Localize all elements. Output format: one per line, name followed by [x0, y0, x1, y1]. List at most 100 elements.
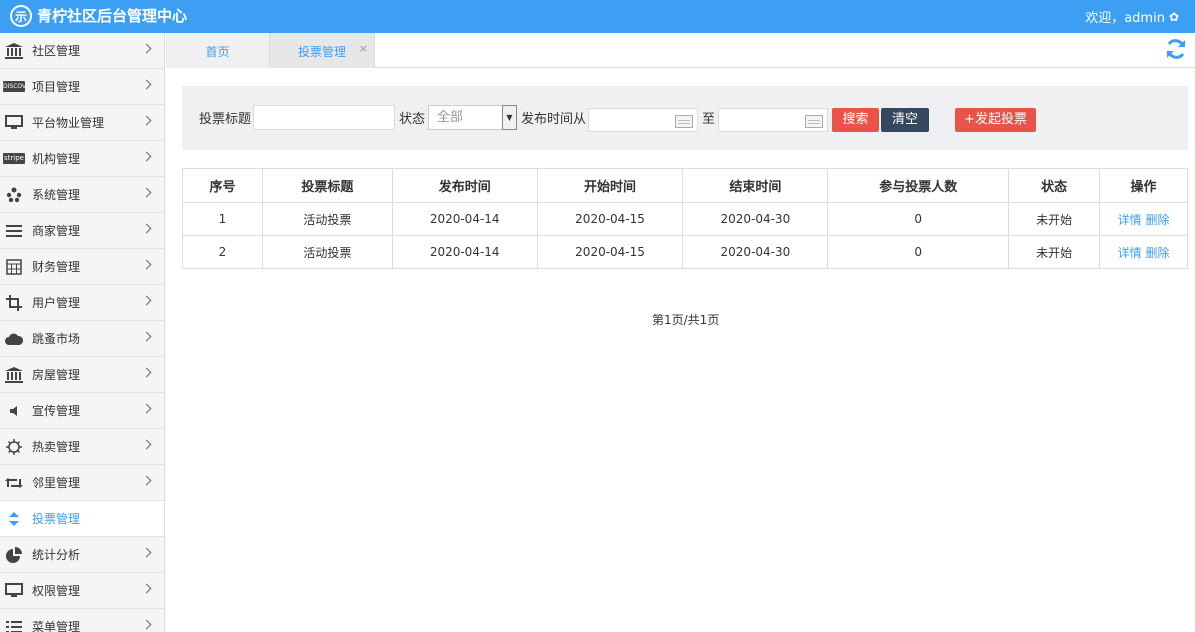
chevron-right-icon	[141, 619, 152, 630]
sidebar-item-label: 宣传管理	[32, 404, 81, 418]
column-header: 状态	[1008, 168, 1101, 203]
cloud-icon	[3, 331, 25, 347]
sidebar-item-housing[interactable]: 房屋管理	[0, 357, 164, 393]
sidebar-item-community[interactable]: 社区管理	[0, 33, 164, 69]
tab-label: 首页	[205, 45, 230, 59]
sidebar-item-flea-market[interactable]: 跳蚤市场	[0, 321, 164, 357]
cell-count: 0	[827, 235, 1010, 269]
volume-icon	[3, 403, 25, 419]
sidebar: 社区管理 DISCOVER 项目管理 平台物业管理 stripe 机构管理 系统…	[0, 33, 165, 632]
sidebar-item-system[interactable]: 系统管理	[0, 177, 164, 213]
sidebar-item-label: 社区管理	[32, 44, 81, 58]
column-header: 发布时间	[391, 168, 538, 203]
title-label: 投票标题	[199, 112, 252, 127]
chevron-down-icon[interactable]: ▼	[502, 105, 517, 130]
filter-panel: 投票标题 状态 全部 ▼ 发布时间从 至 搜索 清空 +发起投票	[182, 86, 1188, 150]
tab-bar: 首页 投票管理 ×	[166, 33, 1195, 68]
cell-count: 0	[827, 202, 1010, 236]
logo-icon: 示	[10, 5, 32, 27]
list-icon	[3, 619, 25, 632]
pagination-text: 第1页/共1页	[652, 313, 720, 327]
sidebar-item-finance[interactable]: 财务管理	[0, 249, 164, 285]
menu-lines-icon	[3, 223, 25, 239]
sidebar-item-users[interactable]: 用户管理	[0, 285, 164, 321]
sort-icon	[3, 511, 25, 527]
tab-voting[interactable]: 投票管理 ×	[270, 33, 375, 68]
chevron-right-icon	[141, 259, 152, 270]
sidebar-item-label: 项目管理	[32, 80, 81, 94]
calendar-icon[interactable]	[675, 115, 693, 128]
calendar-icon[interactable]	[805, 115, 823, 128]
chevron-right-icon	[141, 79, 152, 90]
status-select[interactable]: 全部 ▼	[428, 105, 517, 130]
gear-icon[interactable]: ✿	[1169, 10, 1179, 24]
sidebar-item-merchant[interactable]: 商家管理	[0, 213, 164, 249]
sidebar-item-permissions[interactable]: 权限管理	[0, 573, 164, 609]
discover-card-icon: DISCOVER	[3, 79, 25, 95]
column-header: 投票标题	[261, 168, 393, 203]
clear-button[interactable]: 清空	[881, 108, 929, 132]
chevron-right-icon	[141, 295, 152, 306]
app-title: 青柠社区后台管理中心	[37, 7, 188, 25]
sidebar-item-menus[interactable]: 菜单管理	[0, 609, 164, 632]
to-label: 至	[702, 112, 716, 127]
cell-end: 2020-04-30	[682, 235, 829, 269]
stripe-icon: stripe	[3, 153, 25, 164]
close-icon[interactable]: ×	[359, 30, 368, 68]
title-input[interactable]	[253, 105, 395, 130]
sidebar-item-label: 权限管理	[32, 584, 81, 598]
delete-link[interactable]: 删除	[1145, 213, 1169, 227]
delete-link[interactable]: 删除	[1145, 246, 1169, 260]
chevron-right-icon	[141, 331, 152, 342]
sidebar-item-promotion[interactable]: 宣传管理	[0, 393, 164, 429]
column-header: 参与投票人数	[827, 168, 1010, 203]
cell-status: 未开始	[1008, 202, 1101, 236]
cell-start: 2020-04-15	[536, 202, 684, 236]
sidebar-item-label: 投票管理	[32, 512, 81, 526]
cell-publish: 2020-04-14	[391, 235, 538, 269]
sidebar-item-label: 商家管理	[32, 224, 81, 238]
chevron-right-icon	[141, 403, 152, 414]
sidebar-item-label: 统计分析	[32, 548, 81, 562]
sidebar-item-voting[interactable]: 投票管理	[0, 501, 164, 537]
calculator-icon	[3, 258, 25, 275]
sidebar-item-neighbors[interactable]: 邻里管理	[0, 465, 164, 501]
sidebar-item-label: 热卖管理	[32, 440, 81, 454]
chevron-right-icon	[141, 223, 152, 234]
pie-chart-icon	[3, 546, 25, 563]
user-menu[interactable]: 欢迎，admin ✿	[1085, 7, 1179, 27]
search-button[interactable]: 搜索	[832, 108, 879, 132]
sidebar-item-organization[interactable]: stripe 机构管理	[0, 141, 164, 177]
bank-icon	[3, 366, 25, 383]
table-header-row: 序号 投票标题 发布时间 开始时间 结束时间 参与投票人数 状态 操作	[182, 168, 1188, 203]
tab-home[interactable]: 首页	[166, 33, 270, 68]
time-from-label: 发布时间从	[521, 112, 587, 127]
desktop-icon	[3, 583, 25, 599]
chevron-right-icon	[141, 151, 152, 162]
sidebar-item-label: 财务管理	[32, 260, 81, 274]
sidebar-item-property[interactable]: 平台物业管理	[0, 105, 164, 141]
detail-link[interactable]: 详情	[1118, 246, 1142, 260]
chevron-right-icon	[141, 43, 152, 54]
sidebar-item-statistics[interactable]: 统计分析	[0, 537, 164, 573]
cell-status: 未开始	[1008, 235, 1101, 269]
status-label: 状态	[399, 112, 426, 127]
sidebar-item-label: 跳蚤市场	[32, 332, 81, 346]
cell-title: 活动投票	[261, 202, 393, 236]
date-to-input[interactable]	[718, 108, 828, 132]
sidebar-item-label: 邻里管理	[32, 476, 81, 490]
bank-icon	[3, 42, 25, 59]
sidebar-item-hot-sale[interactable]: 热卖管理	[0, 429, 164, 465]
sidebar-item-projects[interactable]: DISCOVER 项目管理	[0, 69, 164, 105]
chevron-right-icon	[141, 439, 152, 450]
status-select-value: 全部	[437, 110, 464, 125]
sidebar-item-label: 平台物业管理	[32, 116, 105, 130]
detail-link[interactable]: 详情	[1118, 213, 1142, 227]
refresh-icon[interactable]	[1165, 38, 1187, 60]
column-header: 序号	[182, 168, 263, 203]
welcome-text: 欢迎，admin	[1085, 11, 1165, 26]
start-vote-button[interactable]: +发起投票	[955, 108, 1036, 132]
date-from-input[interactable]	[588, 108, 698, 132]
cell-publish: 2020-04-14	[391, 202, 538, 236]
cell-title: 活动投票	[261, 235, 393, 269]
